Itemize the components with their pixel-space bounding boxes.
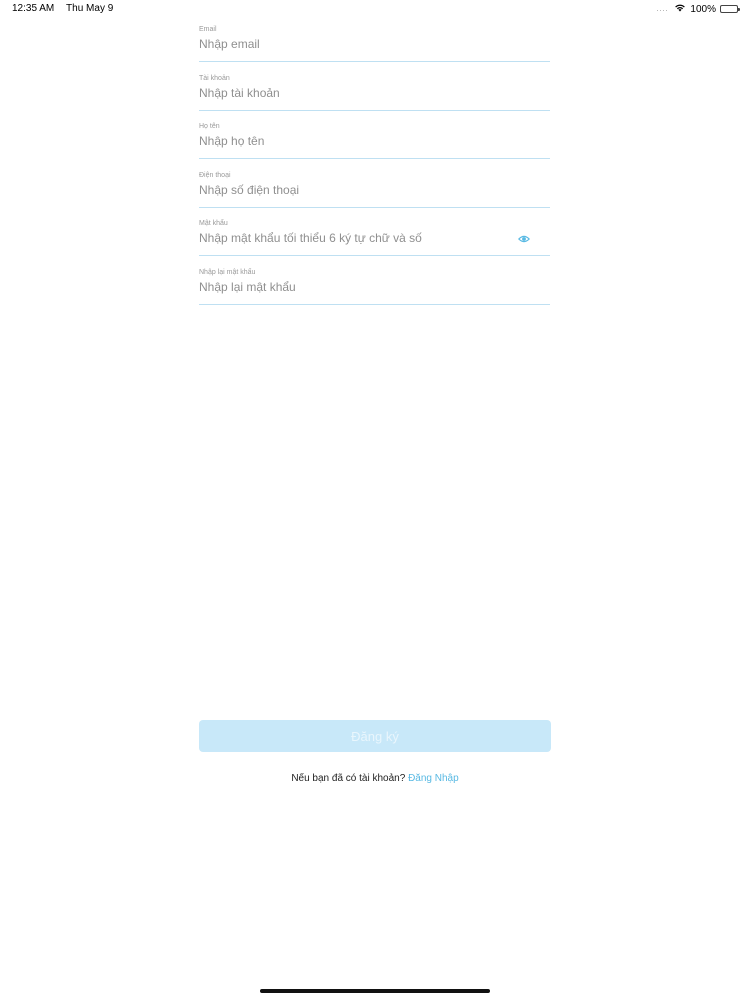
battery-percent: 100%	[690, 3, 716, 15]
email-input[interactable]	[199, 37, 514, 51]
password-field-group: Mật khẩu	[199, 216, 550, 257]
confirm-password-field-group: Nhập lại mật khẩu	[199, 265, 550, 305]
register-button[interactable]: Đăng ký	[199, 720, 551, 752]
fullname-field-group: Họ tên	[199, 119, 550, 160]
fullname-input[interactable]	[199, 134, 514, 149]
status-bar: 12:35 AM Thu May 9 .... 100%	[0, 0, 750, 18]
phone-label: Điện thoại	[199, 171, 231, 179]
phone-input[interactable]	[199, 182, 514, 197]
status-time: 12:35 AM	[12, 3, 55, 14]
username-input[interactable]	[199, 85, 514, 100]
email-label: Email	[199, 26, 217, 33]
status-right: .... 100%	[656, 3, 740, 15]
phone-field-group: Điện thoại	[199, 168, 550, 208]
login-prompt-text: Nếu bạn đã có tài khoản?	[291, 773, 406, 784]
home-indicator[interactable]	[260, 989, 490, 993]
cellular-signal-icon: ....	[656, 5, 669, 13]
username-label: Tài khoản	[199, 74, 230, 82]
fullname-label: Họ tên	[199, 123, 220, 131]
wifi-icon	[674, 3, 686, 15]
confirm-password-input[interactable]	[199, 279, 514, 294]
confirm-password-label: Nhập lại mật khẩu	[199, 268, 256, 276]
login-prompt: Nếu bạn đã có tài khoản? Đăng Nhập	[0, 773, 750, 784]
battery-icon	[720, 5, 740, 13]
registration-form: Email Tài khoản Họ tên Điện thoại Mật kh…	[199, 22, 550, 314]
eye-icon[interactable]	[517, 232, 531, 244]
username-field-group: Tài khoản	[199, 71, 550, 111]
password-label: Mật khẩu	[199, 220, 228, 228]
login-link[interactable]: Đăng Nhập	[408, 773, 459, 784]
status-left: 12:35 AM Thu May 9	[12, 3, 113, 14]
email-field-group: Email	[199, 22, 550, 62]
password-input[interactable]	[199, 231, 514, 246]
status-date: Thu May 9	[66, 3, 114, 14]
